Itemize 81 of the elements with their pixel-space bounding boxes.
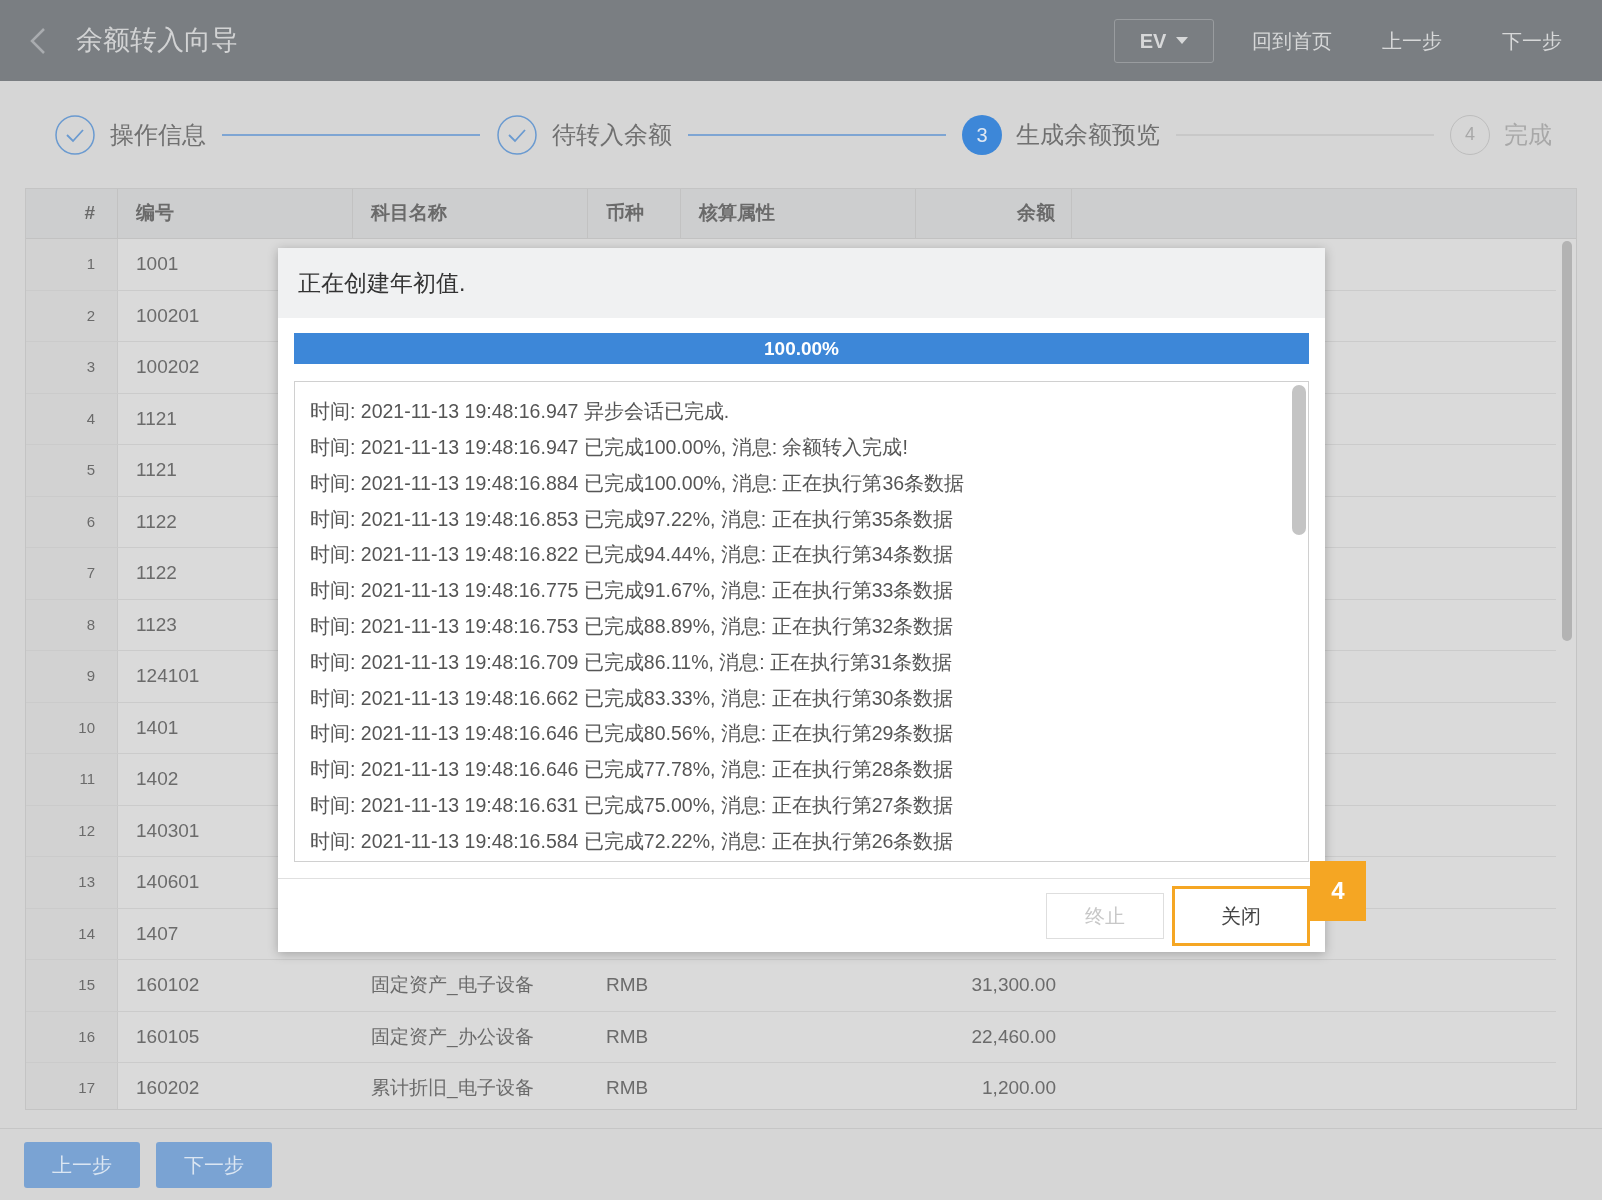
column-header: 币种 (588, 189, 681, 238)
table-cell-text: 固定资产_电子设备 (371, 973, 534, 998)
table-cell-text: RMB (606, 1076, 649, 1100)
dialog-button[interactable]: 关闭 (1172, 885, 1310, 946)
table-cell-text: 124101 (136, 664, 200, 688)
log-line: 时间: 2021-11-13 19:48:16.662 已完成83.33%, 消息: 正在执行第30条数据 (310, 685, 954, 711)
page-title: 余额转入向导 (76, 24, 238, 58)
log-line: 时间: 2021-11-13 19:48:16.822 已完成94.44%, 消息: 正在执行第34条数据 (310, 542, 954, 568)
table-cell-text: 22,460.00 (971, 1024, 1056, 1049)
log-line: 时间: 2021-11-13 19:48:16.631 已完成75.00%, 消息: 正在执行第27条数据 (310, 793, 954, 819)
table-cell-text: 4 (86, 408, 95, 429)
table-cell-text: 2 (86, 305, 95, 326)
column-header: 余额 (916, 189, 1072, 238)
step-label: 操作信息 (110, 119, 206, 150)
table-cell-text: 160102 (136, 973, 200, 997)
log-line: 时间: 2021-11-13 19:48:16.884 已完成100.00%, 消息: 正在执行第36条数据 (310, 470, 965, 496)
ledger-dropdown[interactable]: EV (1114, 18, 1214, 63)
column-header: 核算属性 (681, 189, 916, 238)
log-line: 时间: 2021-11-13 19:48:16.646 已完成77.78%, 消息: 正在执行第28条数据 (310, 757, 954, 783)
table-cell-text: 14 (78, 923, 95, 944)
table-cell-text: 9 (86, 666, 95, 686)
table-cell-text: 1 (86, 254, 95, 274)
dialog-title: 正在创建年初值. (298, 268, 466, 298)
table-cell-text: 7 (86, 563, 95, 583)
table-cell-text: RMB (606, 973, 649, 997)
column-header: 编号 (118, 189, 353, 238)
table-cell-text: 累计折旧_电子设备 (371, 1076, 534, 1101)
log-line: 时间: 2021-11-13 19:48:16.584 已完成72.22%, 消息: 正在执行第26条数据 (310, 828, 954, 854)
table-cell-text: 6 (86, 511, 95, 532)
table-cell-text: 10 (78, 717, 95, 738)
table-cell-text: 17 (78, 1078, 95, 1098)
table-cell-text: 160105 (136, 1024, 200, 1049)
log-line: 时间: 2021-11-13 19:48:16.646 已完成80.56%, 消息: 正在执行第29条数据 (310, 721, 954, 747)
back-icon[interactable] (28, 25, 48, 56)
table-cell-text: 11 (79, 769, 95, 789)
table-cell-text: 12 (78, 820, 95, 841)
step-label: 待转入余额 (552, 119, 672, 150)
table-cell-text: 5 (86, 460, 95, 480)
log-line: 时间: 2021-11-13 19:48:16.775 已完成91.67%, 消息: 正在执行第33条数据 (310, 578, 954, 604)
table-cell-text: 1122 (136, 561, 177, 585)
callout-badge: 4 (1310, 861, 1366, 921)
column-header: 科目名称 (353, 189, 588, 238)
table-cell-text: 100201 (136, 303, 200, 328)
step-label: 生成余额预览 (1016, 119, 1160, 150)
log-line: 时间: 2021-11-13 19:48:16.853 已完成97.22%, 消息: 正在执行第35条数据 (310, 506, 954, 532)
table-cell-text: 固定资产_办公设备 (371, 1024, 534, 1050)
table-cell-text: 1123 (136, 612, 177, 637)
header-button[interactable]: 上一步 (1370, 25, 1454, 56)
table-cell-text: 1121 (136, 406, 177, 431)
step-number: 3 (962, 114, 1002, 155)
check-icon (496, 113, 538, 156)
table-cell-text: 8 (86, 614, 95, 635)
header-button[interactable]: 回到首页 (1250, 25, 1334, 56)
table-cell-text: 160202 (136, 1076, 200, 1100)
table-cell-text: 1407 (136, 921, 179, 946)
table-cell-text: 140601 (136, 870, 200, 894)
table-cell-text: 3 (86, 357, 95, 377)
table-cell-text: 15 (78, 975, 95, 995)
table-cell-text: RMB (606, 1024, 649, 1049)
column-header: # (26, 189, 118, 238)
table-cell-text: 1001 (136, 252, 179, 276)
log-line: 时间: 2021-11-13 19:48:16.947 异步会话已完成. (310, 399, 730, 425)
table-cell-text: 1121 (136, 458, 177, 482)
table-cell-text: 1122 (136, 509, 177, 534)
table-cell-text: 100202 (136, 355, 200, 379)
table-cell-text: 1,200.00 (982, 1076, 1056, 1100)
caret-icon (1176, 37, 1189, 44)
log-line: 时间: 2021-11-13 19:48:16.753 已完成88.89%, 消息: 正在执行第32条数据 (310, 614, 954, 640)
table-cell-text: 16 (78, 1026, 95, 1047)
table-cell-text: 1401 (136, 715, 179, 740)
footer-button[interactable]: 下一步 (156, 1141, 272, 1188)
check-icon (54, 113, 96, 156)
log-line: 时间: 2021-11-13 19:48:16.947 已完成100.00%, 消息: 余额转入完成! (310, 435, 908, 461)
header-button[interactable]: 下一步 (1490, 25, 1574, 56)
log-line: 时间: 2021-11-13 19:48:16.709 已完成86.11%, 消息: 正在执行第31条数据 (310, 649, 952, 675)
table-cell-text: 13 (78, 872, 95, 892)
table-cell-text: 140301 (136, 818, 200, 843)
footer-button[interactable]: 上一步 (24, 1141, 140, 1188)
progress-label: 100.00% (764, 336, 839, 361)
table-cell-text: 1402 (136, 767, 179, 791)
table-cell-text: 31,300.00 (971, 973, 1056, 997)
